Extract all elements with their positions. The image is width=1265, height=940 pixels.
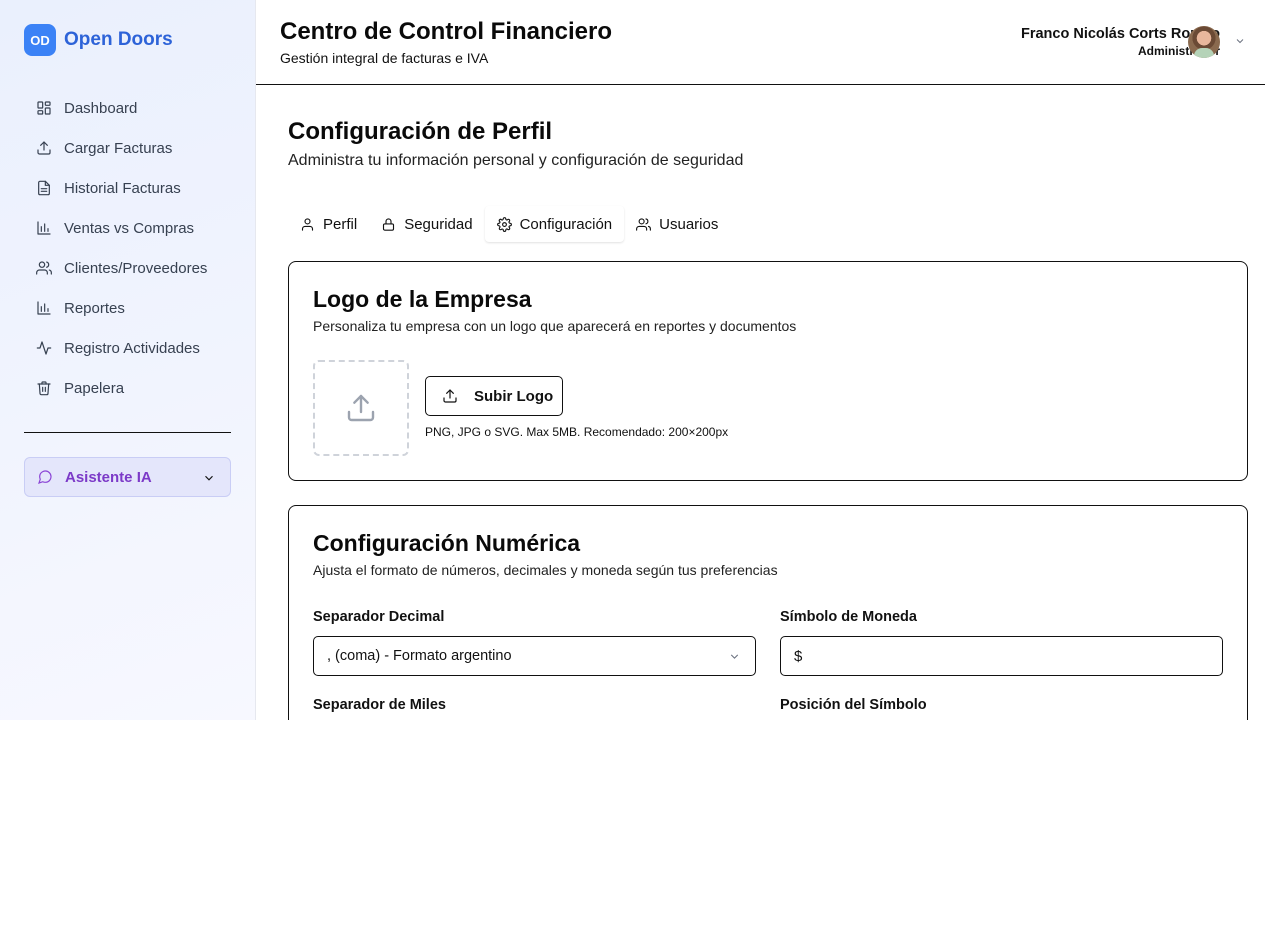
users-icon (636, 217, 652, 231)
sidebar-item-clientes-proveedores[interactable]: Clientes/Proveedores (24, 248, 231, 288)
sidebar-item-cargar-facturas[interactable]: Cargar Facturas (24, 128, 231, 168)
sidebar-item-papelera[interactable]: Papelera (24, 368, 231, 408)
assistant-ia-toggle[interactable]: Asistente IA (24, 457, 231, 497)
tab-label: Configuración (519, 215, 613, 233)
users-icon (36, 261, 52, 275)
numeric-card-title: Configuración Numérica (313, 530, 581, 556)
tab-usuarios[interactable]: Usuarios (624, 206, 730, 242)
logo-card: Logo de la Empresa Personaliza tu empres… (288, 261, 1248, 481)
brand-name: Open Doors (64, 29, 173, 50)
upload-logo-label: Subir Logo (474, 387, 554, 405)
bar-chart-icon (37, 301, 51, 315)
top-header: Centro de Control Financiero Gestión int… (256, 0, 1265, 85)
sidebar-item-label: Reportes (64, 299, 125, 317)
activity-icon (36, 341, 52, 355)
sidebar-item-dashboard[interactable]: Dashboard (24, 88, 231, 128)
upload-icon (443, 389, 457, 403)
page-subtitle: Administra tu información personal y con… (288, 152, 744, 169)
tab-perfil[interactable]: Perfil (288, 206, 369, 242)
tab-label: Seguridad (404, 215, 473, 233)
main-content: Configuración de Perfil Administra tu in… (256, 86, 1265, 720)
chevron-down-icon (205, 475, 213, 481)
avatar[interactable] (1188, 26, 1220, 58)
sidebar-item-label: Historial Facturas (64, 179, 181, 197)
sidebar-item-label: Dashboard (64, 99, 138, 117)
brand[interactable]: OD Open Doors (24, 24, 173, 56)
upload-icon (347, 394, 375, 422)
tab-configuracion[interactable]: Configuración (484, 206, 625, 242)
sidebar-item-label: Ventas vs Compras (64, 219, 195, 237)
sidebar: OD Open Doors Dashboard Cargar Facturas … (0, 0, 256, 720)
app-viewport: OD Open Doors Dashboard Cargar Facturas … (0, 0, 1265, 720)
symbol-position-label: Posición del Símbolo (780, 697, 927, 713)
sidebar-nav: Dashboard Cargar Facturas Historial Fact… (24, 88, 231, 408)
tab-label: Usuarios (659, 215, 719, 233)
trash-icon (37, 381, 51, 396)
logo-card-subtitle: Personaliza tu empresa con un logo que a… (313, 318, 797, 334)
numeric-config-card: Configuración Numérica Ajusta el formato… (288, 505, 1248, 720)
sidebar-divider (24, 432, 231, 433)
gear-icon (496, 216, 512, 232)
sidebar-item-label: Cargar Facturas (64, 139, 173, 157)
chevron-down-icon (730, 654, 739, 659)
decimal-separator-select[interactable]: , (coma) - Formato argentino (313, 636, 756, 676)
sidebar-item-label: Papelera (64, 379, 125, 397)
upload-hint: PNG, JPG o SVG. Max 5MB. Recomendado: 20… (425, 425, 729, 439)
decimal-separator-label: Separador Decimal (313, 609, 445, 625)
file-text-icon (38, 180, 50, 196)
currency-symbol-input[interactable] (780, 636, 1223, 676)
page-title: Configuración de Perfil (288, 118, 553, 145)
decimal-separator-value: , (coma) - Formato argentino (327, 648, 512, 664)
thousands-separator-label: Separador de Miles (313, 697, 446, 713)
sidebar-item-reportes[interactable]: Reportes (24, 288, 231, 328)
app-subtitle: Gestión integral de facturas e IVA (280, 50, 489, 66)
upload-icon (37, 141, 51, 155)
sidebar-item-ventas-vs-compras[interactable]: Ventas vs Compras (24, 208, 231, 248)
sidebar-item-historial-facturas[interactable]: Historial Facturas (24, 168, 231, 208)
tab-seguridad[interactable]: Seguridad (369, 206, 484, 242)
user-icon (301, 217, 314, 231)
message-circle-icon (38, 470, 52, 484)
logo-card-title: Logo de la Empresa (313, 286, 532, 312)
logo-dropzone[interactable] (313, 360, 409, 456)
app-title: Centro de Control Financiero (280, 18, 613, 45)
brand-logo-badge: OD (24, 24, 56, 56)
tab-label: Perfil (323, 215, 358, 233)
chevron-down-icon[interactable] (1234, 35, 1246, 47)
numeric-card-subtitle: Ajusta el formato de números, decimales … (313, 562, 778, 578)
sidebar-item-registro-actividades[interactable]: Registro Actividades (24, 328, 231, 368)
currency-symbol-label: Símbolo de Moneda (780, 609, 917, 625)
assistant-ia-label: Asistente IA (65, 468, 152, 486)
dashboard-icon (37, 101, 51, 115)
sidebar-item-label: Registro Actividades (64, 339, 200, 357)
profile-tabs: Perfil Seguridad Configuración Usuarios (288, 206, 730, 242)
bar-chart-icon (37, 221, 51, 235)
upload-logo-button[interactable]: Subir Logo (425, 376, 563, 416)
lock-icon (383, 217, 395, 231)
sidebar-item-label: Clientes/Proveedores (64, 259, 208, 277)
